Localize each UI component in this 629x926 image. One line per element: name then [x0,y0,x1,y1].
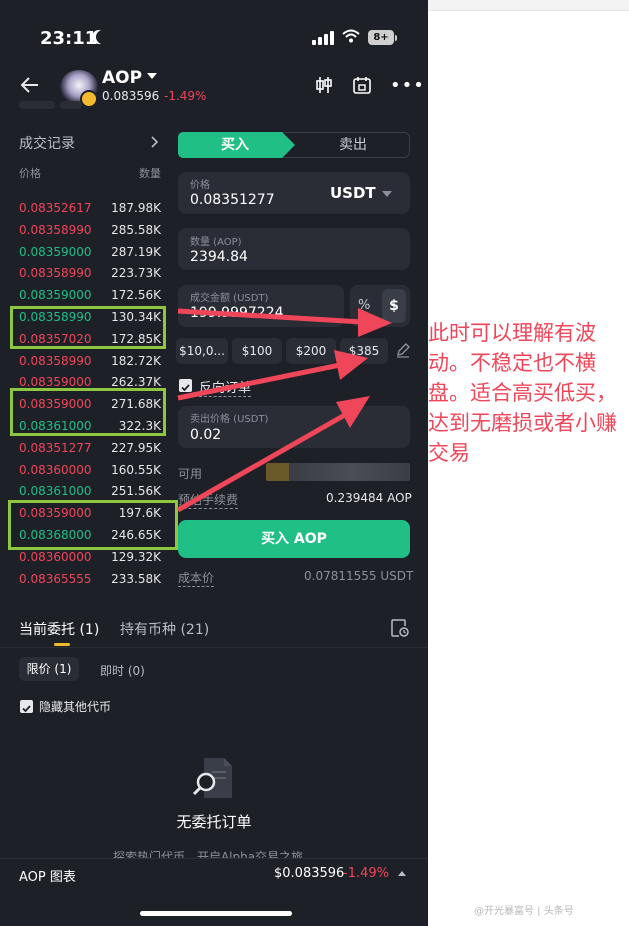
arrow-line [177,308,363,325]
watermark: @开光暴富号 | 头条号 [474,906,574,917]
arrowhead-icon [336,396,370,428]
arrow-line [176,409,352,513]
annotation-text: 此时可以理解有波动。不稳定也不横盘。适合高买低买，达到无磨损或者小赚交易 [428,321,617,465]
arrow-line [177,362,341,401]
arrowhead-icon [334,350,368,380]
arrowhead-icon [358,308,392,337]
